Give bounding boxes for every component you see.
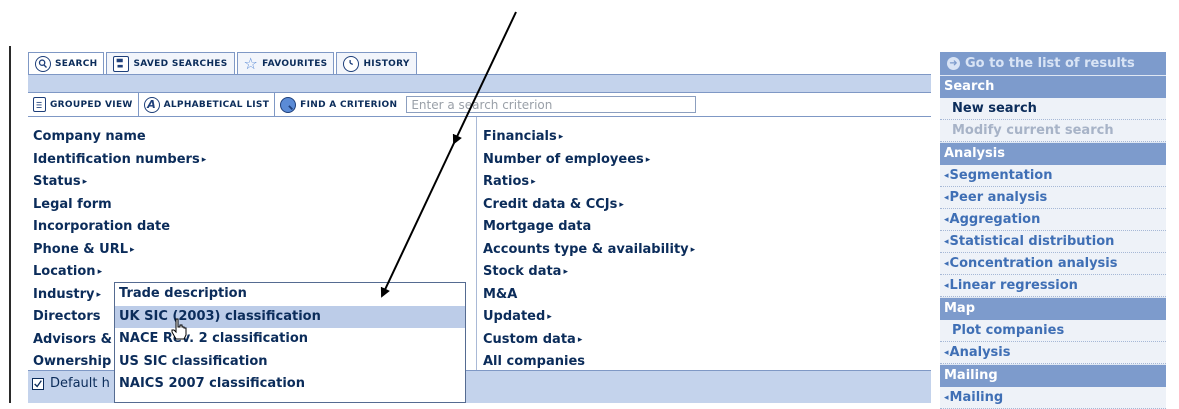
submenu-nace-rev2[interactable]: NACE Rev. 2 classification: [115, 328, 465, 351]
tab-label: FAVOURITES: [262, 58, 328, 69]
letter-a-icon: A: [143, 96, 160, 113]
view-toolbar: GROUPED VIEW A ALPHABETICAL LIST FIND A …: [28, 92, 931, 117]
criterion-mortgage-data[interactable]: Mortgage data: [483, 216, 923, 239]
chevron-left-icon: ◂: [944, 393, 949, 403]
grouped-view-button[interactable]: GROUPED VIEW: [28, 93, 139, 116]
submenu-arrow-icon: ▸: [690, 244, 696, 255]
hand-cursor-icon: [171, 318, 187, 340]
criterion-status[interactable]: Status ▸: [33, 171, 473, 194]
submenu-trade-description[interactable]: Trade description: [115, 283, 465, 306]
tab-label: HISTORY: [363, 58, 410, 69]
criterion-incorporation-date[interactable]: Incorporation date: [33, 216, 473, 239]
search-icon: [35, 55, 51, 72]
column-divider: [476, 117, 477, 370]
submenu-arrow-icon: ▸: [563, 267, 568, 277]
star-icon: ☆: [243, 53, 259, 73]
criterion-accounts-type[interactable]: Accounts type & availability ▸: [483, 239, 923, 262]
industry-submenu: Trade description UK SIC (2003) classifi…: [114, 282, 466, 403]
go-to-results-label: Go to the list of results: [965, 56, 1135, 71]
submenu-arrow-icon: ▸: [531, 177, 536, 187]
tab-favourites[interactable]: ☆ FAVOURITES: [236, 52, 335, 74]
criterion-custom-data[interactable]: Custom data ▸: [483, 329, 923, 352]
sidebar-section-mailing: Mailing: [940, 364, 1166, 387]
tab-history[interactable]: HISTORY: [336, 52, 417, 74]
submenu-arrow-icon: ▸: [201, 154, 207, 165]
submenu-arrow-icon: ▸: [97, 267, 103, 277]
submenu-arrow-icon: ▸: [82, 177, 88, 187]
history-icon: [343, 55, 360, 72]
go-to-results-button[interactable]: ➜ Go to the list of results: [940, 52, 1166, 75]
arrow-right-icon: ➜: [947, 57, 960, 70]
chevron-left-icon: ◂: [944, 237, 949, 247]
sidebar-item-map-analysis[interactable]: ◂Analysis: [940, 342, 1166, 364]
left-border-line: [9, 46, 11, 403]
sidebar-section-analysis: Analysis: [940, 142, 1166, 165]
submenu-us-sic[interactable]: US SIC classification: [115, 351, 465, 374]
criterion-m-and-a[interactable]: M&A: [483, 284, 923, 307]
criterion-phone-url[interactable]: Phone & URL ▸: [33, 239, 473, 262]
submenu-arrow-icon: ▸: [645, 154, 651, 165]
criteria-column-right: Financials ▸ Number of employees ▸ Ratios ▸…: [483, 126, 923, 374]
chevron-left-icon: ◂: [944, 215, 949, 225]
criterion-updated[interactable]: Updated ▸: [483, 306, 923, 329]
default-label: Default h: [50, 376, 110, 391]
tab-label: SEARCH: [55, 58, 98, 69]
criterion-legal-form[interactable]: Legal form: [33, 194, 473, 217]
magnifier-icon: [280, 96, 297, 113]
document-icon: [33, 97, 46, 112]
sidebar-item-plot-companies[interactable]: Plot companies: [940, 320, 1166, 342]
sidebar-item-modify-search: Modify current search: [940, 120, 1166, 142]
chevron-left-icon: ◂: [944, 348, 949, 358]
tab-saved-searches[interactable]: SAVED SEARCHES: [106, 52, 235, 74]
sidebar-item-segmentation[interactable]: ◂Segmentation: [940, 165, 1166, 187]
submenu-arrow-icon: ▸: [547, 312, 552, 322]
submenu-arrow-icon: ▸: [577, 334, 583, 345]
sidebar-item-concentration-analysis[interactable]: ◂Concentration analysis: [940, 253, 1166, 275]
find-criterion-button[interactable]: FIND A CRITERION: [275, 93, 402, 116]
chevron-left-icon: ◂: [944, 193, 949, 203]
chevron-left-icon: ◂: [944, 281, 949, 291]
sidebar-item-statistical-distribution[interactable]: ◂Statistical distribution: [940, 231, 1166, 253]
floppy-disk-icon: [113, 55, 130, 72]
criterion-credit-data[interactable]: Credit data & CCJs ▸: [483, 194, 923, 217]
header-band: [28, 74, 931, 92]
grouped-view-label: GROUPED VIEW: [50, 99, 133, 110]
submenu-naics-2007[interactable]: NAICS 2007 classification: [115, 373, 465, 396]
find-criterion-label: FIND A CRITERION: [300, 99, 398, 110]
sidebar-item-mailing[interactable]: ◂Mailing: [940, 387, 1166, 409]
tab-label: SAVED SEARCHES: [133, 58, 228, 69]
sidebar-section-map: Map: [940, 297, 1166, 320]
sidebar-section-search: Search: [940, 75, 1166, 98]
tab-search[interactable]: SEARCH: [28, 52, 105, 74]
alphabetical-list-label: ALPHABETICAL LIST: [163, 99, 270, 110]
criterion-financials[interactable]: Financials ▸: [483, 126, 923, 149]
tab-bar: SEARCH SAVED SEARCHES ☆ FAVOURITES HISTO…: [28, 52, 417, 74]
criterion-company-name[interactable]: Company name: [33, 126, 473, 149]
right-sidebar: ➜ Go to the list of results Search New s…: [940, 52, 1166, 409]
chevron-left-icon: ◂: [944, 171, 949, 181]
criterion-number-of-employees[interactable]: Number of employees ▸: [483, 149, 923, 172]
sidebar-item-aggregation[interactable]: ◂Aggregation: [940, 209, 1166, 231]
criterion-location[interactable]: Location ▸: [33, 261, 473, 284]
sidebar-item-new-search[interactable]: New search: [940, 98, 1166, 120]
checkmark-icon: [34, 380, 42, 388]
submenu-arrow-icon: ▸: [130, 244, 135, 255]
alphabetical-list-button[interactable]: A ALPHABETICAL LIST: [139, 93, 276, 116]
criterion-stock-data[interactable]: Stock data ▸: [483, 261, 923, 284]
sidebar-item-linear-regression[interactable]: ◂Linear regression: [940, 275, 1166, 297]
criterion-ratios[interactable]: Ratios ▸: [483, 171, 923, 194]
chevron-left-icon: ◂: [944, 259, 949, 269]
criterion-search-input[interactable]: [406, 96, 697, 113]
submenu-arrow-icon: ▸: [96, 289, 102, 300]
submenu-uk-sic-2003[interactable]: UK SIC (2003) classification: [115, 305, 465, 328]
submenu-arrow-icon: ▸: [558, 132, 564, 142]
sidebar-item-peer-analysis[interactable]: ◂Peer analysis: [940, 187, 1166, 209]
default-checkbox[interactable]: [32, 378, 44, 390]
submenu-arrow-icon: ▸: [619, 199, 624, 210]
criterion-identification-numbers[interactable]: Identification numbers ▸: [33, 149, 473, 172]
